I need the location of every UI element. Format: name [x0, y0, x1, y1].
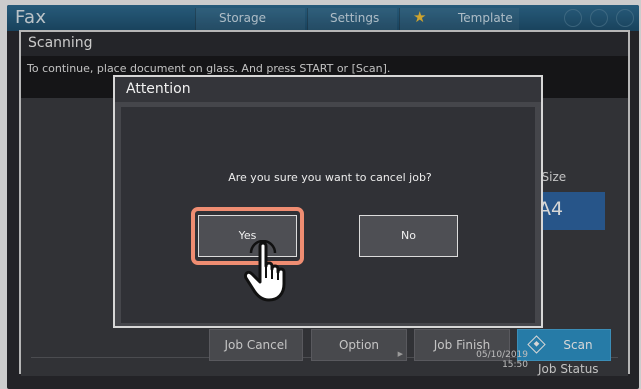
- dialog-question: Are you sure you want to cancel job?: [228, 171, 432, 184]
- dialog-content: [121, 107, 535, 323]
- dialog-title: Attention: [115, 77, 541, 102]
- device-frame: Fax Storage Settings ★ Template Scanning…: [0, 0, 641, 389]
- no-button[interactable]: No: [359, 215, 458, 257]
- no-label: No: [401, 229, 416, 242]
- attention-dialog: Attention Are you sure you want to cance…: [113, 75, 543, 328]
- hand-pointer-icon: [244, 240, 286, 302]
